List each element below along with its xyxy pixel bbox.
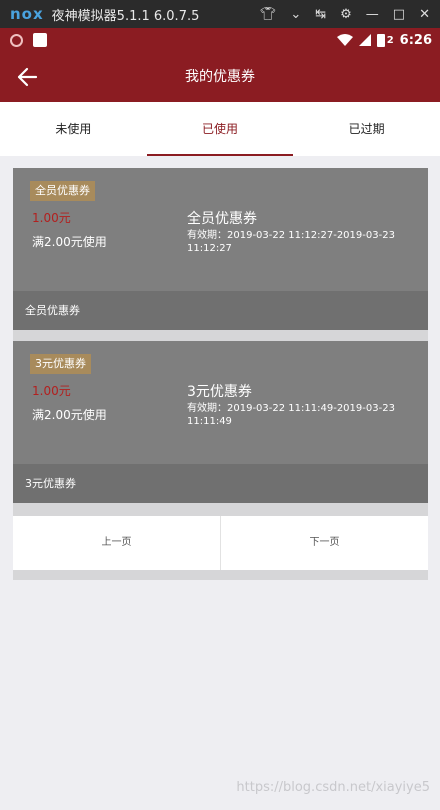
page-title: 我的优惠券 — [185, 69, 255, 85]
coupon-badge: 3元优惠券 — [30, 354, 91, 374]
coupon-name: 3元优惠券 — [187, 384, 252, 400]
emulator-title-bar: nox 夜神模拟器5.1.1 6.0.7.5 👕︎ ⌄ ↹ ⚙ — □ ✕ — [0, 0, 440, 28]
tab-unused[interactable]: 未使用 — [0, 102, 147, 156]
coupon-badge: 全员优惠券 — [30, 181, 95, 201]
coupon-condition: 满2.00元使用 — [32, 235, 107, 249]
emulator-title: 夜神模拟器5.1.1 6.0.7.5 — [51, 8, 200, 24]
emulator-controls: 👕︎ ⌄ ↹ ⚙ — □ ✕ — [260, 0, 430, 28]
close-icon[interactable]: ✕ — [419, 7, 430, 22]
coupon-validity: 有效期：2019-03-22 11:11:49-2019-03-23 11:11… — [187, 403, 395, 427]
pin-icon[interactable]: ↹ — [315, 7, 326, 22]
watermark: https://blog.csdn.net/xiayiye5 — [236, 780, 430, 795]
coupon-footer: 全员优惠券 — [13, 291, 428, 330]
clock: 6:26 — [399, 32, 432, 48]
coupon-condition: 满2.00元使用 — [32, 408, 107, 422]
coupon-amount: 1.00元 — [32, 211, 71, 225]
tab-used[interactable]: 已使用 — [146, 102, 294, 156]
gear-icon[interactable]: ⚙ — [340, 7, 352, 22]
tab-bar: 未使用 已使用 已过期 — [0, 102, 440, 156]
shirt-icon[interactable]: 👕︎ — [260, 7, 277, 22]
nox-logo: nox — [10, 5, 44, 23]
status-bar: 2 6:26 — [0, 28, 440, 52]
battery-label: 2 — [386, 34, 394, 46]
pagination: 上一页 下一页 — [13, 516, 428, 570]
wifi-icon — [336, 34, 353, 46]
coupon-name: 全员优惠券 — [187, 211, 257, 227]
chevron-down-icon[interactable]: ⌄ — [290, 7, 301, 22]
maximize-icon[interactable]: □ — [393, 7, 405, 22]
coupon-card[interactable]: 全员优惠券 1.00元 满2.00元使用 全员优惠券 有效期：2019-03-2… — [13, 168, 428, 330]
app-header: 我的优惠券 — [0, 52, 440, 102]
coupon-validity: 有效期：2019-03-22 11:12:27-2019-03-23 11:12… — [187, 230, 395, 254]
next-page-button[interactable]: 下一页 — [221, 516, 428, 570]
minimize-icon[interactable]: — — [366, 7, 379, 22]
prev-page-button[interactable]: 上一页 — [13, 516, 220, 570]
coupon-separator — [13, 503, 428, 516]
pager-footer-strip — [13, 570, 428, 580]
battery-icon — [376, 33, 385, 47]
tab-expired[interactable]: 已过期 — [293, 102, 440, 156]
coupon-card[interactable]: 3元优惠券 1.00元 满2.00元使用 3元优惠券 有效期：2019-03-2… — [13, 341, 428, 503]
coupon-amount: 1.00元 — [32, 384, 71, 398]
coupon-footer: 3元优惠券 — [13, 464, 428, 503]
app-notification-icon — [33, 33, 47, 47]
coupon-separator — [13, 330, 428, 341]
status-right: 2 6:26 — [336, 28, 432, 52]
signal-icon — [358, 34, 371, 46]
notification-icon — [10, 33, 23, 47]
